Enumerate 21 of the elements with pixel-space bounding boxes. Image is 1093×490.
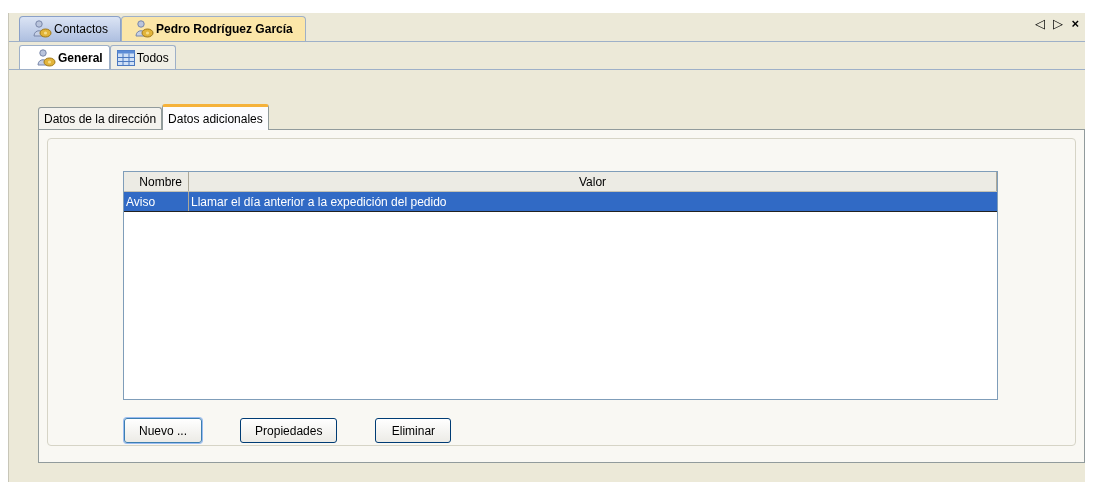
- table-cell-text: Llamar el día anterior a la expedición del pedido: [190, 193, 448, 211]
- scroll-right-button[interactable]: ▷: [1053, 13, 1064, 33]
- section-tab[interactable]: Datos de la dirección: [38, 107, 163, 129]
- contact-phone-icon: [36, 48, 56, 67]
- table-cell: Aviso: [124, 192, 189, 211]
- contact-phone-icon: [32, 20, 52, 38]
- action-button[interactable]: Propiedades: [240, 418, 338, 443]
- document-tab[interactable]: Contactos: [19, 16, 122, 41]
- table-row[interactable]: Aviso Llamar el día anterior a la expedición del pedido: [124, 192, 997, 212]
- column-header[interactable]: Valor: [189, 172, 997, 191]
- close-button[interactable]: ×: [1071, 13, 1079, 33]
- table-grid-icon: [116, 49, 135, 66]
- view-tab[interactable]: General: [19, 45, 110, 69]
- document-tab[interactable]: Pedro Rodríguez García: [121, 16, 306, 41]
- action-button[interactable]: Nuevo ...: [124, 418, 203, 443]
- section-tab[interactable]: Datos adicionales: [162, 104, 269, 130]
- column-header[interactable]: Nombre: [124, 172, 189, 191]
- scroll-left-button[interactable]: ◁: [1035, 13, 1046, 33]
- action-button[interactable]: Eliminar: [375, 418, 452, 443]
- view-tab[interactable]: Todos: [109, 45, 176, 69]
- contact-phone-icon: [134, 20, 155, 38]
